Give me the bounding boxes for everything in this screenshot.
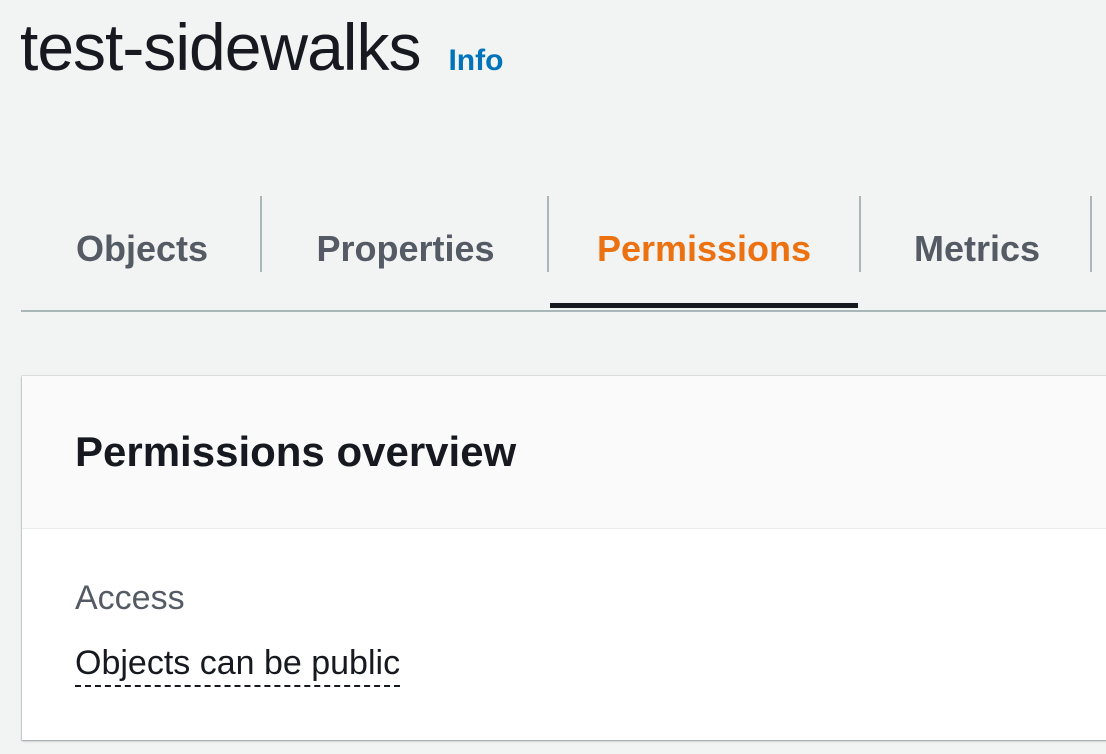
tab-separator [1090,196,1092,272]
tab-separator [547,196,549,272]
panel-title: Permissions overview [75,428,517,475]
access-value[interactable]: Objects can be public [75,644,401,687]
info-link[interactable]: Info [448,44,503,78]
permissions-overview-panel: Permissions overview Access Objects can … [22,376,1106,740]
tab-objects[interactable]: Objects [21,190,263,308]
bucket-page: test-sidewalks Info Objects Properties P… [0,0,1106,754]
tab-bar: Objects Properties Permissions Metrics [21,190,1106,312]
tab-metrics[interactable]: Metrics [861,190,1093,308]
tab-properties[interactable]: Properties [262,190,549,308]
tab-permissions[interactable]: Permissions [550,190,858,308]
page-title: test-sidewalks [20,10,421,84]
access-label: Access [75,579,185,617]
page-header: test-sidewalks Info [20,14,503,80]
panel-header: Permissions overview [22,376,1106,529]
